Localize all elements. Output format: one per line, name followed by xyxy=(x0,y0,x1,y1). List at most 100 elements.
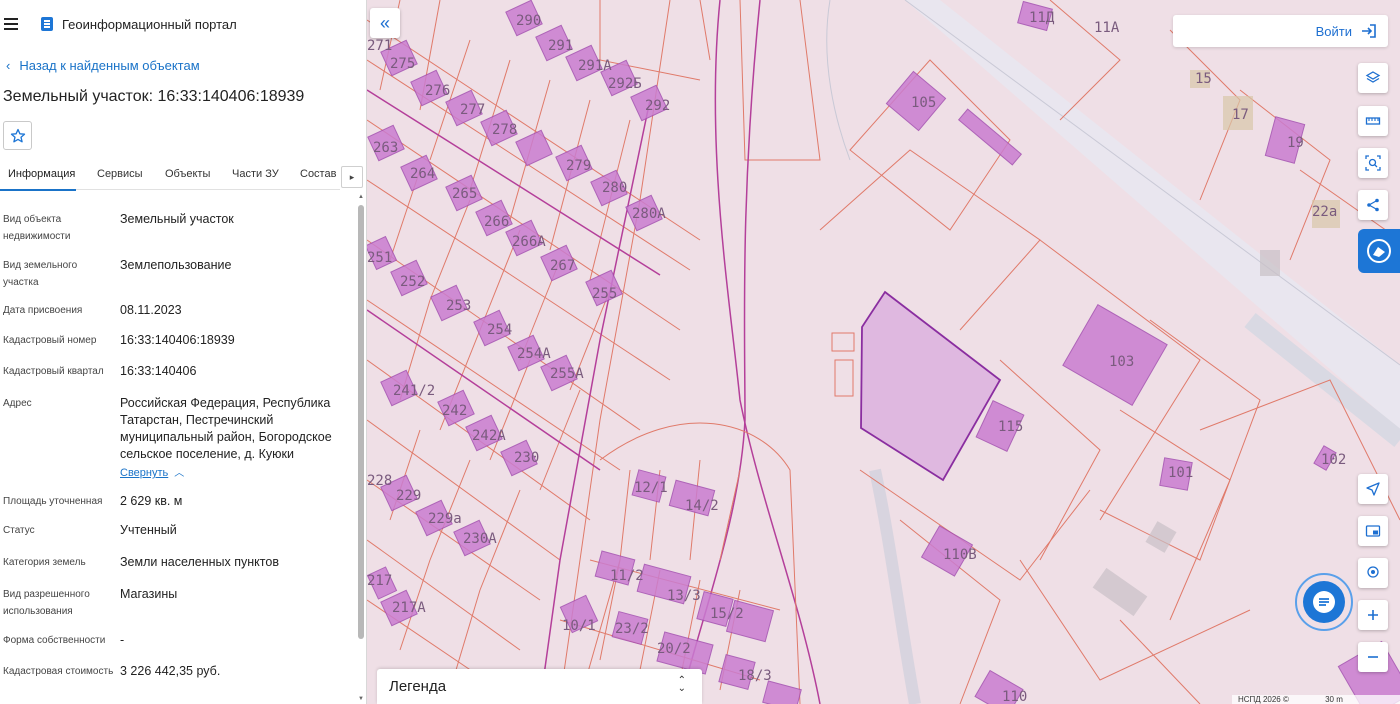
parcel-label: 253 xyxy=(446,298,471,314)
share-button[interactable] xyxy=(1358,190,1388,220)
page-title: Земельный участок: 16:33:140406:18939 xyxy=(3,88,305,105)
parcel-label: 217А xyxy=(392,600,426,616)
zoom-in-button[interactable] xyxy=(1358,600,1388,630)
parcel-label: 20/2 xyxy=(657,641,691,657)
tab-parts[interactable]: Части ЗУ xyxy=(232,168,279,180)
map-attribution: НСПД 2026 © 30 m xyxy=(1232,695,1400,704)
parcel-label: 254 xyxy=(487,322,512,338)
area-search-button[interactable] xyxy=(1358,148,1388,178)
tab-composition[interactable]: Состав xyxy=(300,168,336,180)
info-value: 3 226 442,35 руб. xyxy=(120,664,221,678)
chat-ring xyxy=(1295,573,1353,631)
parcel-label: 17 xyxy=(1232,107,1249,123)
info-value: 08.11.2023 xyxy=(120,303,182,317)
parcel-label: 115 xyxy=(998,419,1023,435)
parcel-label: 266 xyxy=(484,214,509,230)
chat-button[interactable] xyxy=(1295,573,1353,631)
portal-logo xyxy=(41,17,53,31)
collapse-link[interactable]: Свернуть xyxy=(120,467,168,479)
collapse-panel-button[interactable]: « xyxy=(370,8,400,38)
info-label: Вид разрешенного использования xyxy=(3,589,90,617)
parcel-label: 230А xyxy=(463,531,497,547)
parcel-label: 241/2 xyxy=(393,383,435,399)
locate-me-button[interactable] xyxy=(1358,474,1388,504)
parcel-label: 292 xyxy=(645,98,670,114)
scroll-down-arrow[interactable]: ▼ xyxy=(357,696,365,702)
favorite-button[interactable] xyxy=(3,121,32,150)
login-label: Войти xyxy=(1315,23,1352,39)
minimap-button[interactable] xyxy=(1358,516,1388,546)
info-value: Земельный участок xyxy=(120,212,234,226)
info-label: Кадастровый номер xyxy=(3,335,97,346)
tab-objects[interactable]: Объекты xyxy=(165,168,210,180)
tab-services[interactable]: Сервисы xyxy=(97,168,143,180)
scale-label: 30 m xyxy=(1325,695,1343,704)
info-label: Кадастровая стоимость xyxy=(3,666,114,677)
share-icon xyxy=(1367,198,1379,212)
login-icon xyxy=(1362,24,1376,38)
info-value: 16:33:140406:18939 xyxy=(120,333,235,347)
info-label: Дата присвоения xyxy=(3,305,83,316)
parcel-label: 255 xyxy=(592,286,617,302)
info-value: - xyxy=(120,633,125,647)
legend-label: Легенда xyxy=(389,678,447,695)
back-link-label: Назад к найденным объектам xyxy=(19,58,200,73)
menu-icon[interactable] xyxy=(4,13,26,35)
chat-bubble-icon xyxy=(1367,239,1391,263)
geolocation-button[interactable] xyxy=(1358,558,1388,588)
parcel-label: 280 xyxy=(602,180,627,196)
location-pin-icon xyxy=(1367,566,1379,578)
info-value: 2 629 кв. м xyxy=(120,494,183,508)
parcel-label: 263 xyxy=(373,140,398,156)
cadastral-map: 290 291 275 276 291А 292Б 277 292 278 26… xyxy=(367,0,1400,704)
parcel-label: 12/1 xyxy=(634,480,668,496)
parcel-label: 217 xyxy=(367,573,392,589)
scroll-up-arrow[interactable]: ▲ xyxy=(357,194,365,200)
picture-in-picture-icon xyxy=(1365,525,1381,537)
info-label: Статус xyxy=(3,525,35,536)
app-title: Геоинформационный портал xyxy=(62,16,237,32)
parcel-label: 279 xyxy=(566,158,591,174)
parcel-label: 229 xyxy=(396,488,421,504)
measure-button[interactable] xyxy=(1358,106,1388,136)
login-button[interactable]: Войти xyxy=(1173,15,1388,47)
info-value: Землепользование xyxy=(120,258,232,272)
parcel-label: 110 xyxy=(1002,689,1027,704)
parcel-label: 15/2 xyxy=(710,606,744,622)
parcel-label: 267 xyxy=(550,258,575,274)
parcel-label: 264 xyxy=(410,166,435,182)
map-canvas[interactable]: 290 291 275 276 291А 292Б 277 292 278 26… xyxy=(367,0,1400,704)
tab-info[interactable]: Информация xyxy=(8,168,75,180)
service-widget-button[interactable] xyxy=(1358,229,1400,273)
copyright-text: НСПД 2026 © xyxy=(1238,695,1289,704)
parcel-label: 22а xyxy=(1312,204,1337,220)
info-value: 16:33:140406 xyxy=(120,364,197,378)
scrollbar-thumb[interactable] xyxy=(358,205,364,639)
parcel-label: 101 xyxy=(1168,465,1193,481)
chevron-up-icon[interactable]: ︿ xyxy=(174,468,184,479)
info-label: Форма собственности xyxy=(3,635,106,646)
tabs-scroll-right-button[interactable]: ▸ xyxy=(341,166,363,188)
info-label: Кадастровый квартал xyxy=(3,366,104,377)
info-value: Магазины xyxy=(120,587,178,601)
tab-bar: Информация Сервисы Объекты Части ЗУ Сост… xyxy=(0,162,340,191)
parcel-label: 11А xyxy=(1094,20,1120,36)
zoom-out-button[interactable] xyxy=(1358,642,1388,672)
parcel-label: 14/2 xyxy=(685,498,719,514)
parcel-label: 291А xyxy=(578,58,612,74)
back-to-results-link[interactable]: ‹ Назад к найденным объектам xyxy=(6,58,200,73)
parcel-label: 102 xyxy=(1321,452,1346,468)
parcel-label: 242А xyxy=(472,428,506,444)
layers-button[interactable] xyxy=(1358,63,1388,93)
legend-dropdown[interactable]: Легенда ⌃ ⌄ xyxy=(377,669,702,704)
info-panel: Геоинформационный портал ‹ Назад к найде… xyxy=(0,0,367,704)
minus-icon xyxy=(1368,656,1378,658)
info-label: Вид объекта недвижимости xyxy=(3,214,71,242)
parcel-label: 13/3 xyxy=(667,588,701,604)
navigation-arrow-icon xyxy=(1366,482,1380,496)
parcel-label: 110В xyxy=(943,547,977,563)
parcel-label: 18/3 xyxy=(738,668,772,684)
parcel-label: 266А xyxy=(512,234,546,250)
parcel-label: 228 xyxy=(367,473,392,489)
panel-header: Геоинформационный портал xyxy=(0,0,366,48)
